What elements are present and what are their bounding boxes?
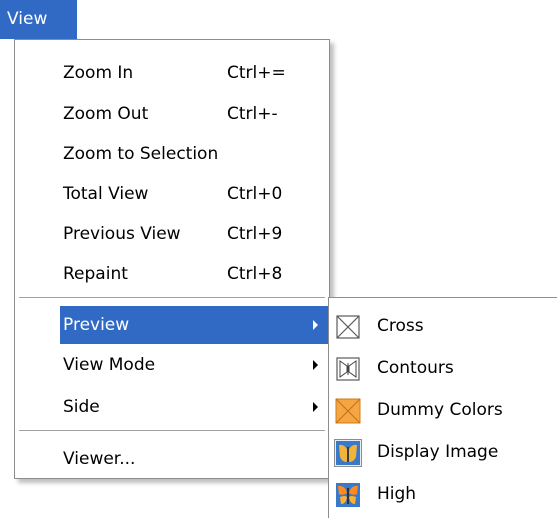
butterfly-image-icon: [334, 439, 362, 467]
menu-item-side[interactable]: Side: [15, 388, 329, 426]
submenu-item-label: Cross: [377, 316, 424, 336]
dummy-colors-icon: [335, 398, 361, 424]
menu-separator: [19, 430, 325, 432]
submenu-arrow-icon: [313, 320, 318, 330]
submenu-item-dummy-colors[interactable]: Dummy Colors: [329, 390, 557, 432]
submenu-item-contours[interactable]: Contours: [329, 348, 557, 390]
menu-item-label: Zoom In: [63, 63, 134, 83]
menu-item-label: Total View: [63, 184, 149, 204]
menu-item-zoom-out[interactable]: Zoom Out Ctrl+-: [15, 95, 329, 133]
menu-item-zoom-in[interactable]: Zoom In Ctrl+=: [15, 54, 329, 92]
menu-item-label: Side: [63, 397, 100, 417]
menu-item-zoom-to-selection[interactable]: Zoom to Selection: [15, 135, 329, 173]
menu-item-previous-view[interactable]: Previous View Ctrl+9: [15, 215, 329, 253]
submenu-item-label: Dummy Colors: [377, 400, 503, 420]
butterfly-high-icon: [336, 483, 360, 507]
cross-icon: [336, 315, 360, 339]
submenu-item-label: Contours: [377, 358, 454, 378]
menu-item-label: Viewer...: [63, 449, 136, 469]
preview-submenu: Cross Contours Dummy Colors Display Imag…: [328, 297, 557, 518]
submenu-item-display-image[interactable]: Display Image: [329, 432, 557, 474]
menu-item-shortcut: Ctrl+8: [227, 264, 283, 284]
menu-item-repaint[interactable]: Repaint Ctrl+8: [15, 255, 329, 293]
menu-item-shortcut: Ctrl+9: [227, 224, 283, 244]
submenu-item-label: High: [377, 484, 417, 504]
submenu-item-cross[interactable]: Cross: [329, 306, 557, 348]
view-menu-title[interactable]: View: [0, 0, 77, 39]
submenu-arrow-icon: [313, 402, 318, 412]
view-menu: Zoom In Ctrl+= Zoom Out Ctrl+- Zoom to S…: [14, 39, 330, 479]
menu-item-label: Zoom to Selection: [63, 144, 219, 164]
menu-item-total-view[interactable]: Total View Ctrl+0: [15, 175, 329, 213]
menu-item-preview[interactable]: Preview: [60, 306, 329, 344]
submenu-item-high[interactable]: High: [329, 474, 557, 516]
submenu-item-label: Display Image: [377, 442, 499, 462]
menu-item-shortcut: Ctrl+=: [227, 63, 286, 83]
menu-item-viewer[interactable]: Viewer...: [15, 440, 329, 478]
menu-item-label: Previous View: [63, 224, 181, 244]
menu-item-shortcut: Ctrl+-: [227, 104, 278, 124]
menu-item-shortcut: Ctrl+0: [227, 184, 283, 204]
menu-item-label: View Mode: [63, 355, 156, 375]
menu-item-label: Zoom Out: [63, 104, 149, 124]
menu-item-label: Preview: [63, 315, 130, 335]
submenu-arrow-icon: [313, 360, 318, 370]
menu-item-label: Repaint: [63, 264, 128, 284]
menu-separator: [19, 297, 325, 299]
menu-item-view-mode[interactable]: View Mode: [15, 346, 329, 384]
contours-icon: [336, 357, 360, 381]
